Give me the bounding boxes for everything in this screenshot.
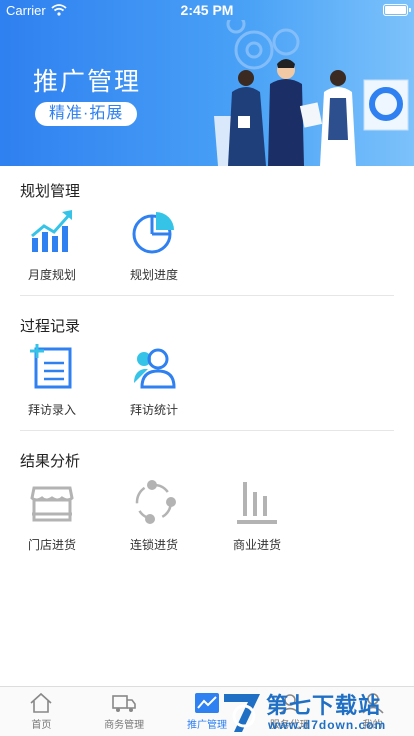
growth-chart-icon [31, 210, 72, 252]
tab-home[interactable]: 首页 [0, 687, 83, 736]
wifi-icon [51, 4, 67, 16]
pie-chart-icon [132, 212, 174, 254]
item-label: 拜访录入 [27, 403, 76, 417]
watermark-url: www.d7down.com [268, 718, 387, 732]
add-record-icon [30, 344, 72, 389]
visit-stats-button[interactable]: 拜访统计 [114, 343, 194, 418]
section-title: 过程记录 [20, 318, 81, 335]
section-result-analysis: 结果分析 门店进货 连锁进货 商业进货 [0, 436, 414, 566]
banner-title: 推广管理 [33, 68, 142, 96]
tab-label: 首页 [31, 720, 52, 731]
site-watermark: 第七下载站 www.d7down.com [214, 688, 414, 736]
section-plan-management: 规划管理 月度规划 规划进度 [0, 166, 414, 296]
visit-entry-button[interactable]: 拜访录入 [12, 343, 92, 418]
store-icon [30, 486, 74, 522]
home-icon [30, 692, 52, 713]
divider [20, 430, 394, 431]
section-process-record: 过程记录 拜访录入 拜访统计 [0, 301, 414, 431]
tab-label: 商务管理 [104, 720, 145, 731]
item-label: 月度规划 [27, 268, 76, 282]
section-title: 结果分析 [20, 453, 81, 470]
users-icon [134, 348, 176, 389]
status-bar: Carrier 2:45 PM [0, 0, 414, 20]
watermark-logo [224, 694, 260, 732]
item-label: 拜访统计 [129, 403, 178, 417]
plan-progress-button[interactable]: 规划进度 [114, 208, 194, 283]
carrier-label: Carrier [6, 2, 46, 18]
divider [20, 295, 394, 296]
item-label: 门店进货 [27, 538, 76, 552]
monthly-plan-button[interactable]: 月度规划 [12, 208, 92, 283]
commercial-purchase-button[interactable]: 商业进货 [217, 478, 297, 553]
banner-subtitle: 精准·拓展 [35, 102, 138, 126]
store-purchase-button[interactable]: 门店进货 [12, 478, 92, 553]
item-label: 商业进货 [232, 538, 281, 552]
chain-icon [135, 480, 176, 524]
battery-icon [383, 4, 411, 16]
banner[interactable]: 推广管理 精准·拓展 [0, 0, 414, 166]
chain-purchase-button[interactable]: 连锁进货 [114, 478, 194, 553]
banner-illustration [214, 20, 409, 166]
watermark-title: 第七下载站 [266, 693, 382, 718]
item-label: 连锁进货 [129, 538, 178, 552]
item-label: 规划进度 [129, 268, 178, 282]
truck-icon [112, 695, 136, 712]
bar-chart-icon [237, 482, 277, 524]
section-title: 规划管理 [20, 183, 81, 200]
tab-business[interactable]: 商务管理 [83, 687, 166, 736]
